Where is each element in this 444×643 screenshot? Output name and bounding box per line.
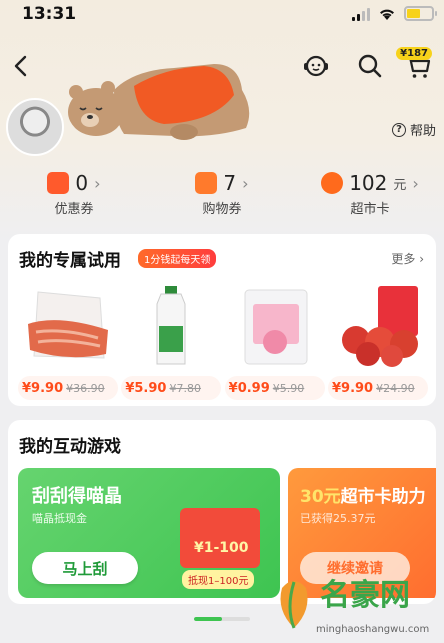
watermark-logo: 名豪网 minghaoshangwu.com xyxy=(272,570,444,643)
price-pill: ¥9.90 ¥24.90 xyxy=(327,376,428,400)
game-subtitle: 喵晶抵现金 xyxy=(32,512,87,525)
game-title-rest: 超市卡助力 xyxy=(340,487,426,507)
price-pill: ¥5.90 ¥7.80 xyxy=(121,376,222,400)
pink-pouch-image xyxy=(244,289,308,365)
status-time: 13:31 xyxy=(22,4,77,24)
product-item[interactable]: ¥0.99 ¥5.90 xyxy=(224,284,325,400)
stat-supermarket-card[interactable]: 102 元 › 超市卡 xyxy=(296,170,444,218)
red-envelope-icon xyxy=(180,508,260,568)
product-item[interactable]: ¥9.90 ¥36.90 xyxy=(18,284,118,400)
battery-icon xyxy=(404,6,437,21)
original-price: ¥5.90 xyxy=(272,381,305,395)
stat-label: 超市卡 xyxy=(350,202,390,217)
watermark-text: 名豪网 xyxy=(320,578,410,613)
coupon-icon xyxy=(47,172,70,194)
product-price: ¥5.90 xyxy=(125,380,167,396)
help-label: 帮助 xyxy=(409,124,436,139)
carousel-indicator xyxy=(194,617,250,621)
back-icon[interactable] xyxy=(8,50,36,82)
chevron-right-icon: › xyxy=(94,173,101,193)
game-title: 30元超市卡助力 xyxy=(300,482,426,507)
stat-value: 0 xyxy=(75,171,89,195)
leaf-logo-icon xyxy=(280,581,308,629)
game-title: 刮刮得喵晶 xyxy=(32,486,122,507)
help-icon: ? xyxy=(391,122,406,137)
help-button[interactable]: ? 帮助 xyxy=(391,120,436,139)
more-link[interactable]: 更多 › xyxy=(391,250,424,267)
scratch-game-card[interactable]: 刮刮得喵晶 喵晶抵现金 马上刮 ¥1-100 抵现1–100元 xyxy=(18,468,280,598)
price-pill: ¥9.90 ¥36.90 xyxy=(18,376,118,400)
cart-button[interactable]: ¥187 xyxy=(396,47,434,82)
original-price: ¥24.90 xyxy=(376,381,415,395)
chevron-right-icon: › xyxy=(412,173,419,193)
game-title-highlight: 30元 xyxy=(300,487,341,507)
strawberry-snack-image xyxy=(341,286,418,367)
stat-label: 优惠券 xyxy=(54,202,94,217)
envelope-amount: ¥1-100 xyxy=(194,540,249,556)
product-item[interactable]: ¥9.90 ¥24.90 xyxy=(327,284,428,400)
section-title: 我的专属试用 xyxy=(19,251,121,271)
status-icons xyxy=(352,6,437,21)
product-price: ¥9.90 xyxy=(331,380,374,396)
more-label: 更多 xyxy=(391,252,416,266)
original-price: ¥7.80 xyxy=(169,381,201,395)
search-icon[interactable] xyxy=(354,50,386,82)
promo-tag: 1分钱起每天领 xyxy=(138,249,217,268)
scratch-now-button[interactable]: 马上刮 xyxy=(32,552,138,584)
price-pill: ¥0.99 ¥5.90 xyxy=(224,376,325,400)
envelope-tag: 抵现1–100元 xyxy=(182,570,255,589)
exclusive-trial-card: 我的专属试用 1分钱起每天领 更多 › ¥9.90 ¥36.90 ¥5.90 ¥… xyxy=(8,234,436,406)
stat-shopping-vouchers[interactable]: 7 › 购物券 xyxy=(148,170,296,218)
assets-row: 0 › 优惠券 7 › 购物券 102 元 › 超市卡 xyxy=(0,170,444,218)
stat-unit: 元 xyxy=(393,177,407,193)
customer-service-icon[interactable] xyxy=(300,50,332,82)
game-subtitle: 已获得25.37元 xyxy=(300,512,376,525)
product-price: ¥9.90 xyxy=(22,380,64,396)
signal-icon xyxy=(352,7,370,21)
shopping-bag-icon xyxy=(195,172,218,194)
original-price: ¥36.90 xyxy=(66,381,105,395)
user-avatar[interactable] xyxy=(6,98,64,156)
stat-label: 购物券 xyxy=(202,202,242,217)
wifi-icon xyxy=(380,9,394,20)
stat-coupons[interactable]: 0 › 优惠券 xyxy=(0,170,148,218)
cart-badge: ¥187 xyxy=(396,47,432,60)
product-price: ¥0.99 xyxy=(228,380,270,396)
product-list: ¥9.90 ¥36.90 ¥5.90 ¥7.80 ¥0.99 ¥5.90 ¥9.… xyxy=(18,284,428,400)
status-bar: 13:31 xyxy=(0,0,444,32)
product-item[interactable]: ¥5.90 ¥7.80 xyxy=(121,284,222,400)
watermark-url: minghaoshangwu.com xyxy=(316,624,430,635)
section-title: 我的互动游戏 xyxy=(19,437,121,457)
sleeping-bear-illustration xyxy=(68,64,250,140)
cleaner-bottle-image xyxy=(156,286,186,365)
dried-meat-package-image xyxy=(28,291,108,359)
stat-value: 102 xyxy=(349,171,388,195)
chevron-right-icon: › xyxy=(242,173,249,193)
supermarket-card-icon xyxy=(321,172,344,194)
stat-value: 7 xyxy=(223,171,237,195)
